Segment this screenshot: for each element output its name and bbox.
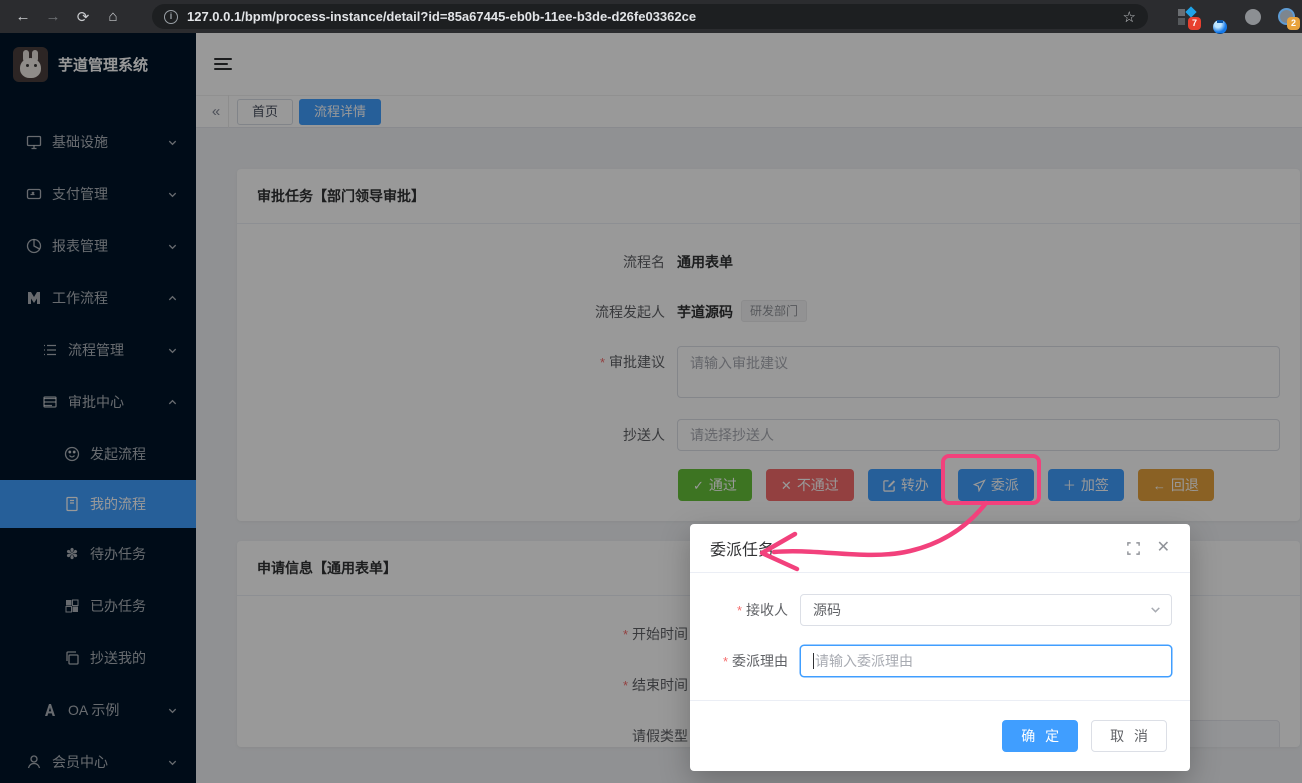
confirm-button[interactable]: 确 定 — [1002, 720, 1078, 752]
dialog-footer: 确 定 取 消 — [690, 700, 1190, 771]
address-bar[interactable]: i 127.0.0.1/bpm/process-instance/detail?… — [152, 4, 1148, 29]
text-caret — [813, 653, 814, 669]
browser-home-icon[interactable]: ⌂ — [98, 8, 128, 25]
balloon-extension-icon[interactable] — [1210, 7, 1230, 27]
screen: ← → ⟳ ⌂ i 127.0.0.1/bpm/process-instance… — [0, 0, 1302, 783]
cancel-button[interactable]: 取 消 — [1091, 720, 1167, 752]
close-icon[interactable]: ✕ — [1157, 540, 1170, 556]
receiver-label: 接收人 — [700, 600, 800, 620]
reason-input[interactable] — [800, 645, 1172, 677]
reason-row: 委派理由 — [700, 645, 1172, 677]
profile-badge: 2 — [1287, 17, 1300, 30]
dialog-title: 委派任务 — [710, 536, 774, 560]
browser-profile-icon[interactable]: 2 — [1276, 7, 1296, 27]
dialog-body: 接收人 源码 委派理由 — [690, 573, 1190, 677]
browser-forward-icon[interactable]: → — [38, 8, 68, 25]
receiver-select[interactable]: 源码 — [800, 594, 1172, 626]
delegate-task-dialog: 委派任务 ✕ 接收人 源码 委派理由 — [690, 524, 1190, 771]
browser-toolbar: ← → ⟳ ⌂ i 127.0.0.1/bpm/process-instance… — [0, 0, 1302, 33]
site-info-icon[interactable]: i — [164, 10, 178, 24]
extension-icon[interactable] — [1243, 7, 1263, 27]
fullscreen-icon[interactable] — [1126, 541, 1141, 556]
browser-back-icon[interactable]: ← — [8, 8, 38, 25]
browser-reload-icon[interactable]: ⟳ — [68, 8, 98, 26]
extension-badge: 7 — [1188, 17, 1201, 30]
extensions-row: 7 2 — [1177, 0, 1296, 33]
dialog-header: 委派任务 ✕ — [690, 524, 1190, 573]
reason-label: 委派理由 — [700, 651, 800, 671]
bookmark-star-icon[interactable]: ☆ — [1123, 8, 1136, 26]
chevron-down-icon — [1149, 603, 1162, 616]
extension-icon[interactable]: 7 — [1177, 7, 1197, 27]
receiver-selected-value: 源码 — [813, 600, 841, 620]
receiver-row: 接收人 源码 — [700, 594, 1172, 626]
url-text[interactable]: 127.0.0.1/bpm/process-instance/detail?id… — [187, 9, 696, 24]
